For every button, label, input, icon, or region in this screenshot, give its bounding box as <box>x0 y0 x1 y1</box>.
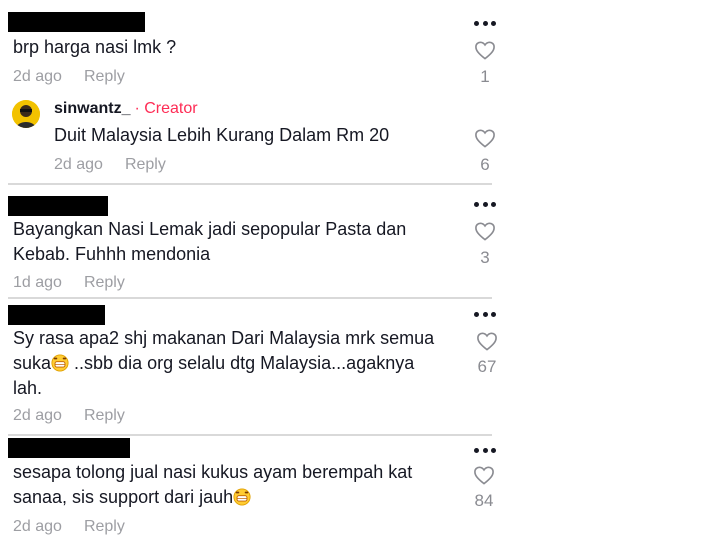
comment-text-line-1: sesapa tolong jual nasi kukus ayam berem… <box>13 462 413 482</box>
comment-time: 2d ago <box>13 518 62 535</box>
comment-time: 2d ago <box>13 407 62 424</box>
more-options-icon[interactable] <box>474 202 496 208</box>
comment-text-line-1: Sy rasa apa2 shj makanan Dari Malaysia m… <box>13 328 435 348</box>
creator-username[interactable]: sinwantz_ · Creator <box>54 100 198 118</box>
like-count: 84 <box>474 491 494 510</box>
username[interactable]: sinwantz_ <box>54 100 130 117</box>
comment-text: brp harga nasi lmk ? <box>13 37 177 57</box>
like-count: 1 <box>480 67 490 86</box>
comment-3: Bayangkan Nasi Lemak jadi sepopular Past… <box>0 185 720 295</box>
comment-text: Duit Malaysia Lebih Kurang Dalam Rm 20 <box>54 125 390 145</box>
heart-icon[interactable] <box>474 128 496 148</box>
comment-meta: 2d ago Reply <box>13 68 125 86</box>
comment-4: Sy rasa apa2 shj makanan Dari Malaysia m… <box>0 299 720 433</box>
comment-text-line-3: lah. <box>13 378 43 398</box>
heart-icon[interactable] <box>476 331 498 351</box>
comment-text-line-2: suka ..sbb dia org selalu dtg Malaysia..… <box>13 351 414 376</box>
redacted-username <box>8 12 145 32</box>
comment-text-line-2: Kebab. Fuhhh mendonia <box>13 244 211 264</box>
comment-text-line-1: Bayangkan Nasi Lemak jadi sepopular Past… <box>13 219 407 239</box>
reply-button[interactable]: Reply <box>84 407 125 424</box>
text-fragment: suka <box>13 353 52 373</box>
creator-badge: · Creator <box>134 100 198 117</box>
more-options-icon[interactable] <box>474 21 496 27</box>
comment-5: sesapa tolong jual nasi kukus ayam berem… <box>0 436 720 544</box>
text-fragment: ..sbb dia org selalu dtg Malaysia...agak… <box>69 353 415 373</box>
comment-time: 2d ago <box>54 156 103 173</box>
comment-time: 2d ago <box>13 68 62 85</box>
reply-button[interactable]: Reply <box>84 274 125 291</box>
avatar[interactable] <box>12 100 40 128</box>
comment-meta: 1d ago Reply <box>13 274 125 292</box>
heart-icon[interactable] <box>473 465 495 485</box>
like-count: 3 <box>480 248 490 267</box>
reply-button[interactable]: Reply <box>125 156 166 173</box>
comment-text-line-2: sanaa, sis support dari jauh <box>13 485 251 510</box>
more-options-icon[interactable] <box>474 312 496 318</box>
comment-time: 1d ago <box>13 274 62 291</box>
like-count: 67 <box>477 357 497 376</box>
text-fragment: sanaa, sis support dari jauh <box>13 487 234 507</box>
redacted-username <box>8 438 130 458</box>
reply-button[interactable]: Reply <box>84 68 125 85</box>
redacted-username <box>8 305 105 325</box>
comment-1: brp harga nasi lmk ? 2d ago Reply 1 <box>0 0 720 90</box>
heart-icon[interactable] <box>474 221 496 241</box>
heart-icon[interactable] <box>474 40 496 60</box>
comment-meta: 2d ago Reply <box>54 156 166 174</box>
reply-button[interactable]: Reply <box>84 518 125 535</box>
comment-meta: 2d ago Reply <box>13 407 125 425</box>
redacted-username <box>8 196 108 216</box>
like-count: 6 <box>480 155 490 174</box>
grinning-emoji-icon <box>233 488 251 506</box>
comment-meta: 2d ago Reply <box>13 518 125 536</box>
more-options-icon[interactable] <box>474 448 496 454</box>
grinning-emoji-icon <box>51 354 69 372</box>
comment-2-creator-reply: sinwantz_ · Creator Duit Malaysia Lebih K… <box>0 90 720 182</box>
